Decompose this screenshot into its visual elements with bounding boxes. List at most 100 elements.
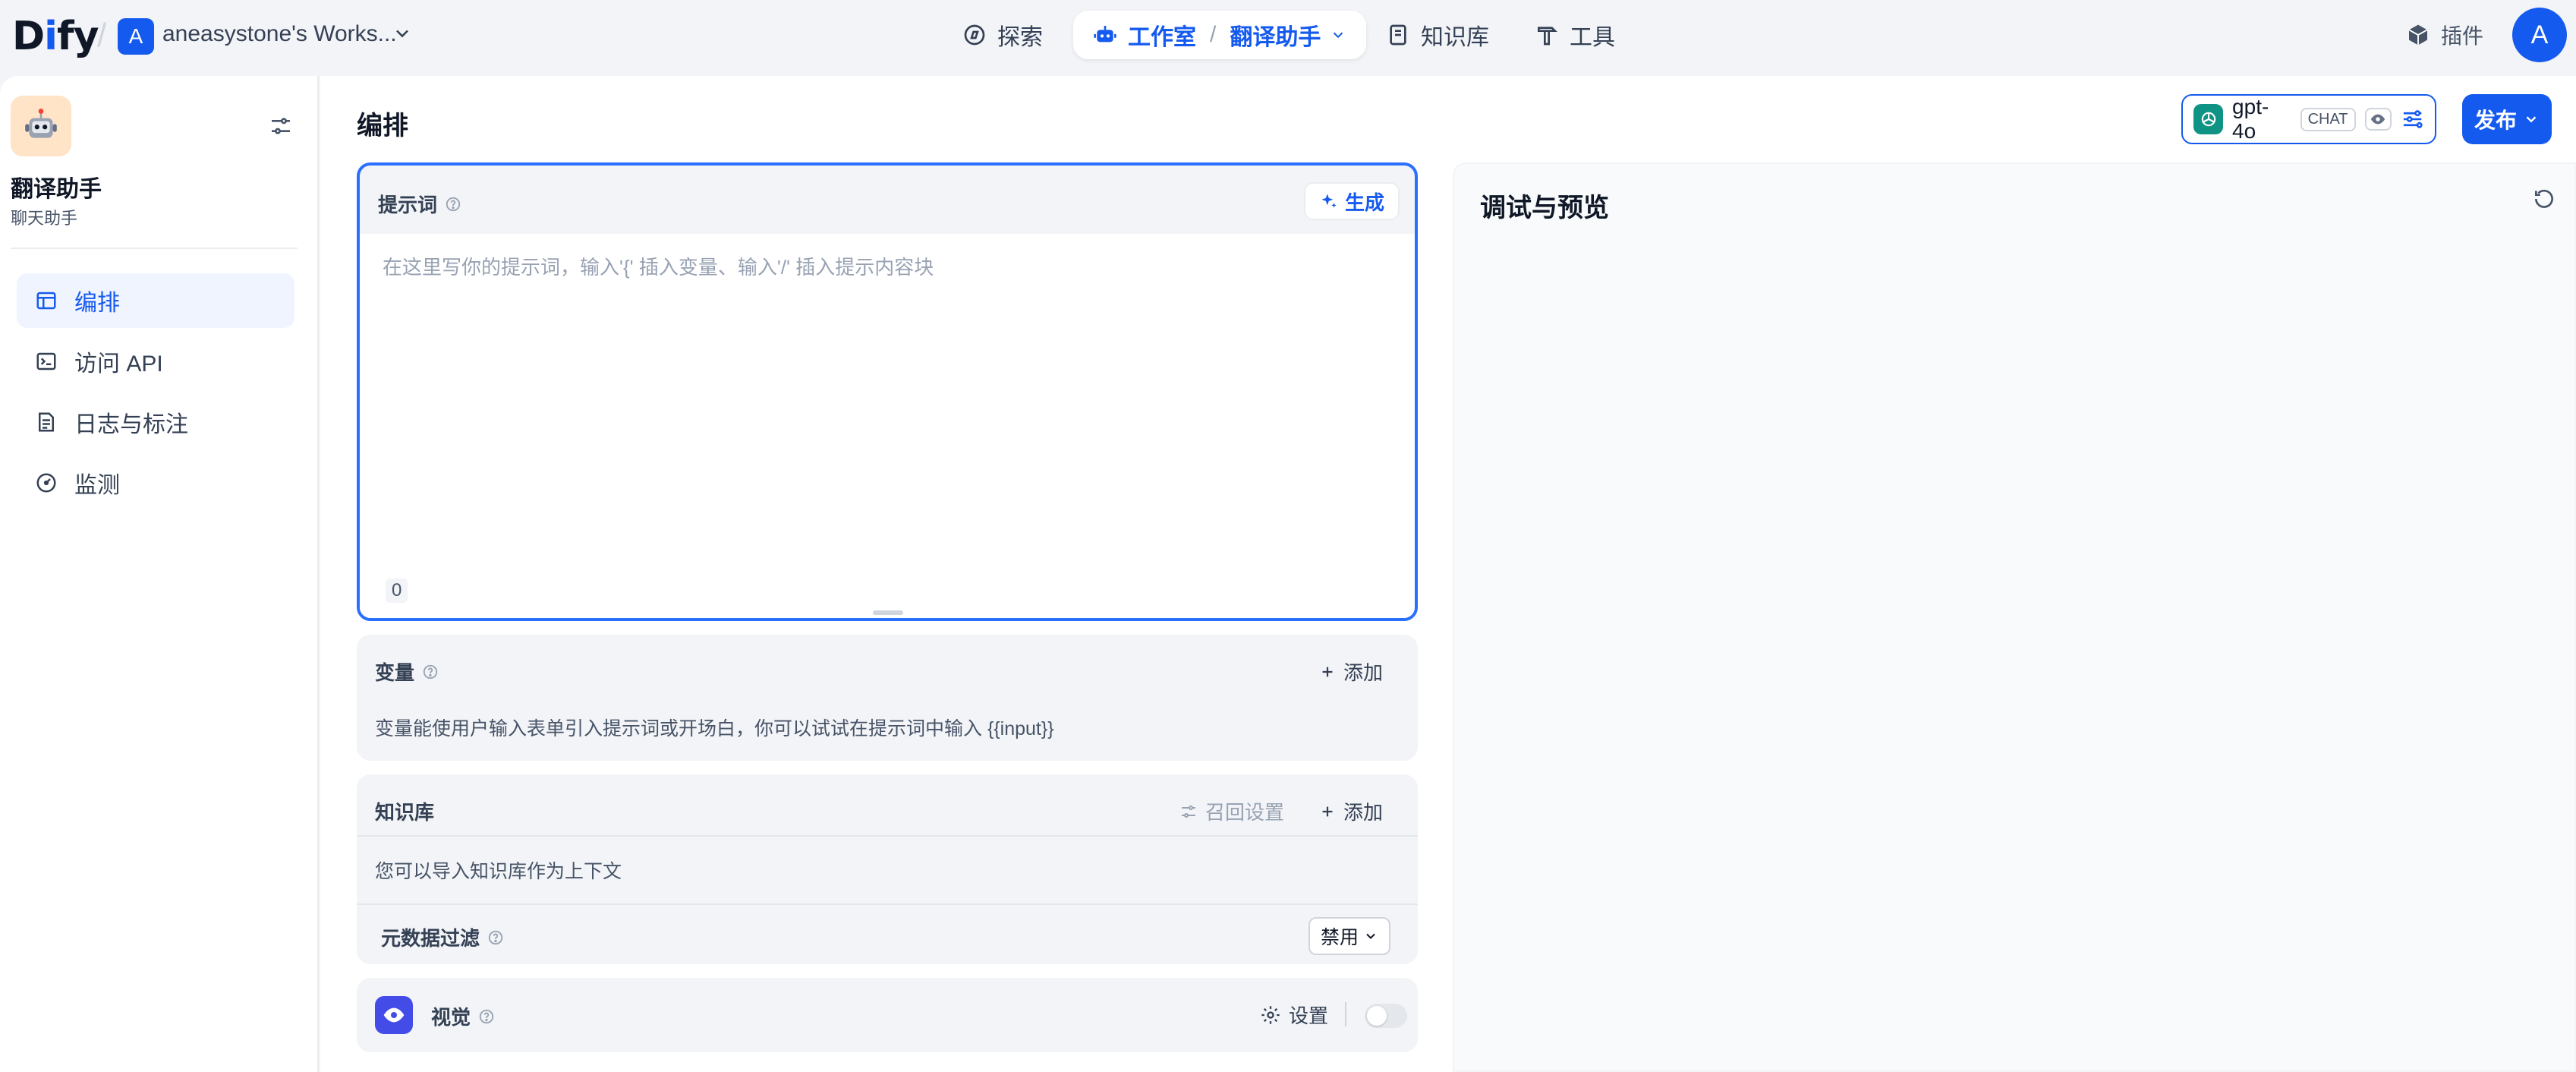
model-name: gpt-4o — [2232, 95, 2269, 143]
nav-explore[interactable]: 探索 — [962, 11, 1043, 59]
metadata-filter-value: 禁用 — [1321, 927, 1359, 948]
card-divider — [357, 835, 1418, 837]
page-title: 编排 — [357, 112, 408, 140]
nav-knowledge-label: 知识库 — [1421, 25, 1489, 50]
help-icon[interactable] — [445, 196, 461, 213]
nav-studio-label: 工作室 — [1128, 25, 1196, 50]
chevron-down-icon[interactable] — [1330, 27, 1346, 43]
vision-feature-icon — [375, 996, 413, 1034]
nav-studio[interactable]: 工作室 / 翻译助手 — [1073, 11, 1367, 59]
vision-card: 视觉 设置 — [357, 978, 1418, 1052]
toggle-knob — [1367, 1006, 1387, 1026]
hammer-icon — [1538, 27, 1557, 46]
knowledge-card: 知识库 召回设置 添加 您可以导入知识库作为上下文 元数据过滤 禁用 — [357, 774, 1418, 964]
recall-settings-label: 召回设置 — [1205, 801, 1285, 824]
sidebar-settings-icon[interactable] — [269, 114, 293, 138]
plus-icon — [1322, 667, 1333, 676]
help-icon[interactable] — [422, 664, 439, 680]
dify-logo[interactable]: Dify — [12, 14, 99, 59]
add-knowledge-button[interactable]: 添加 — [1319, 797, 1383, 825]
chevron-down-icon — [1366, 933, 1375, 939]
prompt-label: 提示词 — [378, 190, 461, 218]
chevron-down-icon — [2526, 116, 2537, 123]
workspace-avatar[interactable]: A — [118, 18, 154, 55]
app-icon[interactable] — [11, 96, 71, 156]
prompt-panel: 提示词 生成 0 — [357, 162, 1418, 621]
workspace-name[interactable]: aneasystone's Works... — [162, 21, 397, 47]
app-sidebar: 翻译助手 聊天助手 编排 访问 API 日志与标注 监测 — [0, 76, 319, 1072]
add-knowledge-label: 添加 — [1343, 801, 1384, 824]
sidebar-item-api[interactable]: 访问 API — [17, 334, 294, 389]
vision-capability-badge — [2364, 108, 2392, 131]
model-selector[interactable]: gpt-4o CHAT — [2181, 94, 2436, 144]
metadata-filter-label: 元数据过滤 — [381, 927, 480, 950]
top-bar: Dify / A aneasystone's Works... 探索 工作室 /… — [0, 0, 2576, 76]
terminal-icon — [36, 352, 56, 370]
eye-icon — [383, 1007, 405, 1023]
generate-label: 生成 — [1344, 191, 1384, 214]
resize-handle[interactable] — [873, 610, 903, 615]
plus-icon — [1322, 806, 1333, 816]
knowledge-description: 您可以导入知识库作为上下文 — [375, 861, 622, 882]
chevron-down-icon[interactable] — [392, 23, 413, 44]
robot-emoji-icon — [25, 109, 57, 138]
file-list-icon — [39, 412, 54, 432]
variables-title-text: 变量 — [375, 661, 415, 684]
publish-label: 发布 — [2474, 109, 2517, 132]
nav-tools-label: 工具 — [1570, 25, 1615, 50]
variables-description: 变量能使用户输入表单引入提示词或开场白，你可以试试在提示词中输入 {{input… — [375, 718, 1054, 739]
prompt-input[interactable] — [383, 252, 1392, 541]
nav-explore-label: 探索 — [997, 25, 1043, 50]
sidebar-item-label: 日志与标注 — [74, 412, 188, 437]
variables-card: 变量 添加 变量能使用户输入表单引入提示词或开场白，你可以试试在提示词中输入 {… — [357, 635, 1418, 761]
layout-icon — [36, 292, 56, 310]
sidebar-item-orchestrate[interactable]: 编排 — [17, 273, 294, 328]
help-icon[interactable] — [478, 1008, 495, 1025]
compass-icon — [964, 24, 985, 46]
metadata-filter-title: 元数据过滤 — [381, 923, 504, 951]
char-count: 0 — [386, 579, 408, 603]
robot-icon — [1094, 26, 1116, 43]
current-app-switcher[interactable]: 翻译助手 — [1230, 18, 1321, 52]
sidebar-item-label: 访问 API — [74, 352, 163, 377]
cube-icon — [2408, 24, 2428, 46]
breadcrumb-separator: / — [97, 17, 107, 54]
settings-sliders-icon — [1182, 805, 1195, 818]
generate-prompt-button[interactable]: 生成 — [1303, 182, 1400, 220]
nav-knowledge[interactable]: 知识库 — [1386, 11, 1489, 59]
vision-settings-button[interactable]: 设置 — [1260, 1001, 1328, 1029]
vision-toggle[interactable] — [1365, 1004, 1407, 1028]
eye-icon — [2370, 114, 2385, 125]
recall-settings-button[interactable]: 召回设置 — [1179, 797, 1284, 825]
vision-title: 视觉 — [431, 1002, 495, 1030]
app-type: 聊天助手 — [11, 209, 78, 228]
nav-tools[interactable]: 工具 — [1535, 11, 1615, 59]
nav-separator: / — [1210, 22, 1217, 47]
book-icon — [1390, 24, 1406, 46]
sidebar-item-logs[interactable]: 日志与标注 — [17, 395, 294, 449]
refresh-icon[interactable] — [2532, 187, 2556, 211]
user-avatar[interactable]: A — [2512, 8, 2567, 62]
help-icon[interactable] — [487, 929, 504, 946]
sidebar-item-label: 监测 — [74, 473, 120, 498]
sparkle-icon — [1321, 194, 1337, 208]
gear-icon — [1261, 1005, 1280, 1024]
publish-button[interactable]: 发布 — [2462, 94, 2552, 144]
plugins-button[interactable]: 插件 — [2406, 20, 2483, 50]
add-variable-label: 添加 — [1343, 661, 1384, 684]
card-divider — [357, 903, 1418, 905]
sidebar-menu: 编排 访问 API 日志与标注 监测 — [17, 273, 294, 516]
debug-preview-panel: 调试与预览 — [1453, 162, 2576, 1072]
model-settings-icon[interactable] — [2401, 107, 2424, 131]
app-title: 翻译助手 — [11, 177, 102, 202]
plugins-label: 插件 — [2441, 24, 2484, 48]
variables-title: 变量 — [375, 657, 439, 686]
metadata-filter-select[interactable]: 禁用 — [1308, 917, 1391, 955]
dashboard-icon — [36, 473, 56, 493]
add-variable-button[interactable]: 添加 — [1319, 657, 1383, 686]
sidebar-item-monitor[interactable]: 监测 — [17, 456, 294, 510]
model-mode-badge: CHAT — [2300, 107, 2356, 131]
vision-title-text: 视觉 — [431, 1006, 471, 1029]
prompt-editor: 0 — [360, 234, 1415, 618]
prompt-label-text: 提示词 — [378, 194, 438, 216]
